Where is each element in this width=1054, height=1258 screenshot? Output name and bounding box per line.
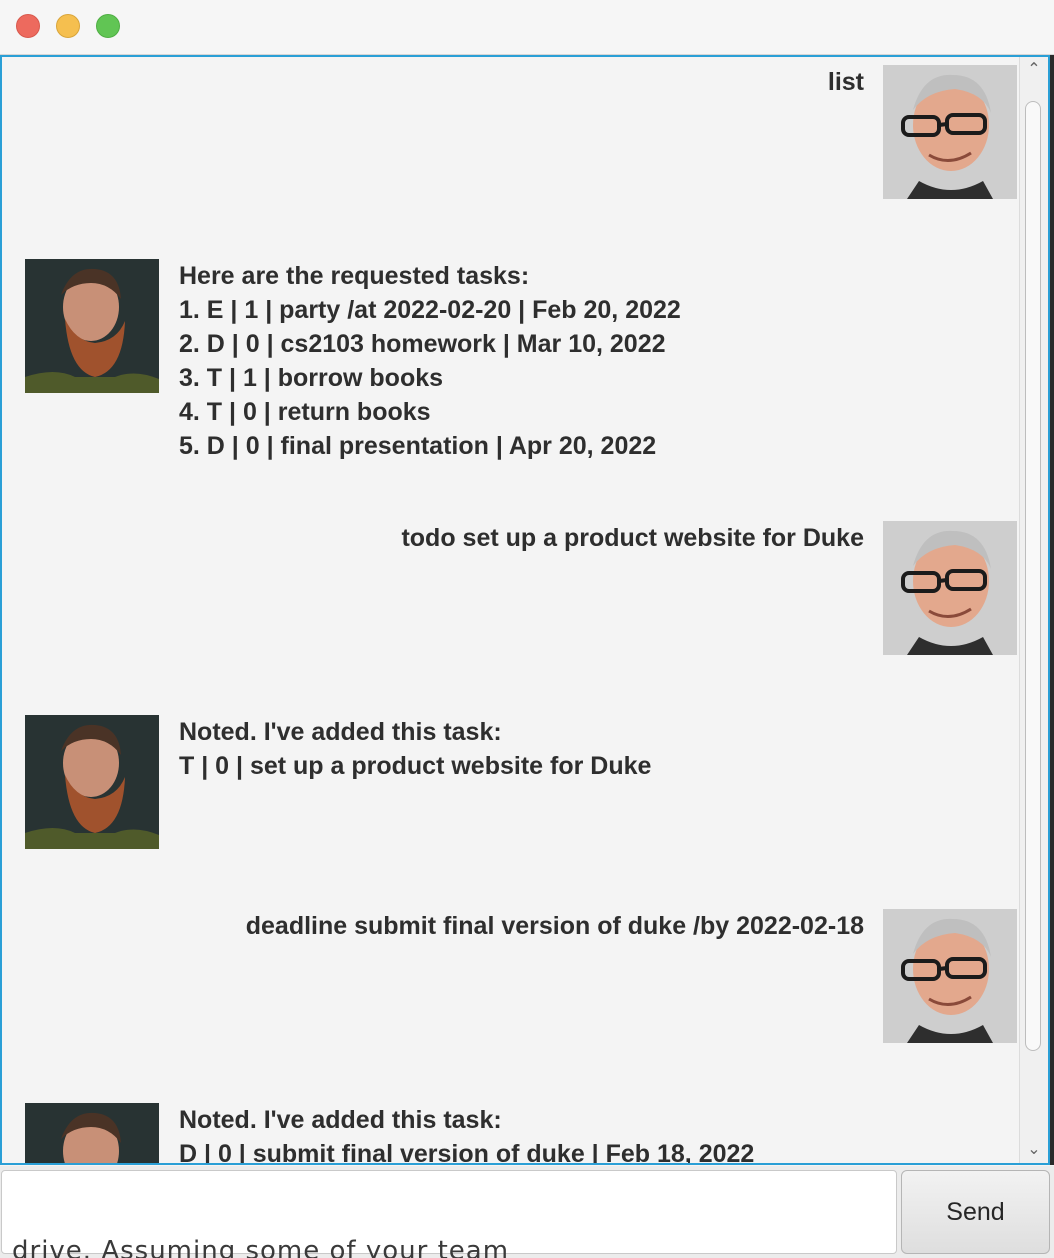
app-window: list Here are the requested tasks: 1. E … <box>0 0 1054 1258</box>
title-bar <box>0 0 1054 55</box>
duke-dialog: Noted. I've added this task: T | 0 | set… <box>2 715 1022 875</box>
window-edge <box>1050 55 1054 1165</box>
user-dialog: list <box>2 57 1022 217</box>
user-avatar-icon <box>883 909 1017 1043</box>
duke-avatar-icon <box>25 1103 159 1163</box>
close-window-button[interactable] <box>16 14 40 38</box>
vertical-scrollbar[interactable]: ⌃ ⌄ <box>1019 57 1048 1163</box>
duke-avatar <box>25 1103 159 1163</box>
send-button[interactable]: Send <box>901 1170 1050 1254</box>
duke-avatar-icon <box>25 259 159 393</box>
background-window-text: drive. Assuming some of your team <box>12 1236 510 1258</box>
user-avatar <box>883 909 1017 1043</box>
scrollbar-thumb[interactable] <box>1025 101 1041 1051</box>
duke-avatar <box>25 715 159 849</box>
maximize-window-button[interactable] <box>96 14 120 38</box>
duke-avatar <box>25 259 159 393</box>
user-avatar-icon <box>883 521 1017 655</box>
duke-dialog: Noted. I've added this task: D | 0 | sub… <box>2 1103 1022 1165</box>
dialog-container: list Here are the requested tasks: 1. E … <box>2 57 1022 1165</box>
duke-message: Noted. I've added this task: D | 0 | sub… <box>179 1106 755 1165</box>
scroll-up-icon[interactable]: ⌃ <box>1020 59 1048 81</box>
duke-dialog: Here are the requested tasks: 1. E | 1 |… <box>2 259 1022 489</box>
user-avatar <box>883 521 1017 655</box>
user-dialog: deadline submit final version of duke /b… <box>2 901 1022 1061</box>
user-message: todo set up a product website for Duke <box>401 524 864 552</box>
user-message: deadline submit final version of duke /b… <box>245 912 864 940</box>
duke-message: Noted. I've added this task: T | 0 | set… <box>179 718 652 780</box>
user-avatar-icon <box>883 65 1017 199</box>
duke-avatar-icon <box>25 715 159 849</box>
dialog-scroll-pane[interactable]: list Here are the requested tasks: 1. E … <box>0 55 1050 1165</box>
minimize-window-button[interactable] <box>56 14 80 38</box>
user-dialog: todo set up a product website for Duke <box>2 513 1022 673</box>
scroll-down-icon[interactable]: ⌄ <box>1020 1139 1048 1161</box>
user-message: list <box>827 68 864 96</box>
duke-message: Here are the requested tasks: 1. E | 1 |… <box>179 262 681 460</box>
user-avatar <box>883 65 1017 199</box>
